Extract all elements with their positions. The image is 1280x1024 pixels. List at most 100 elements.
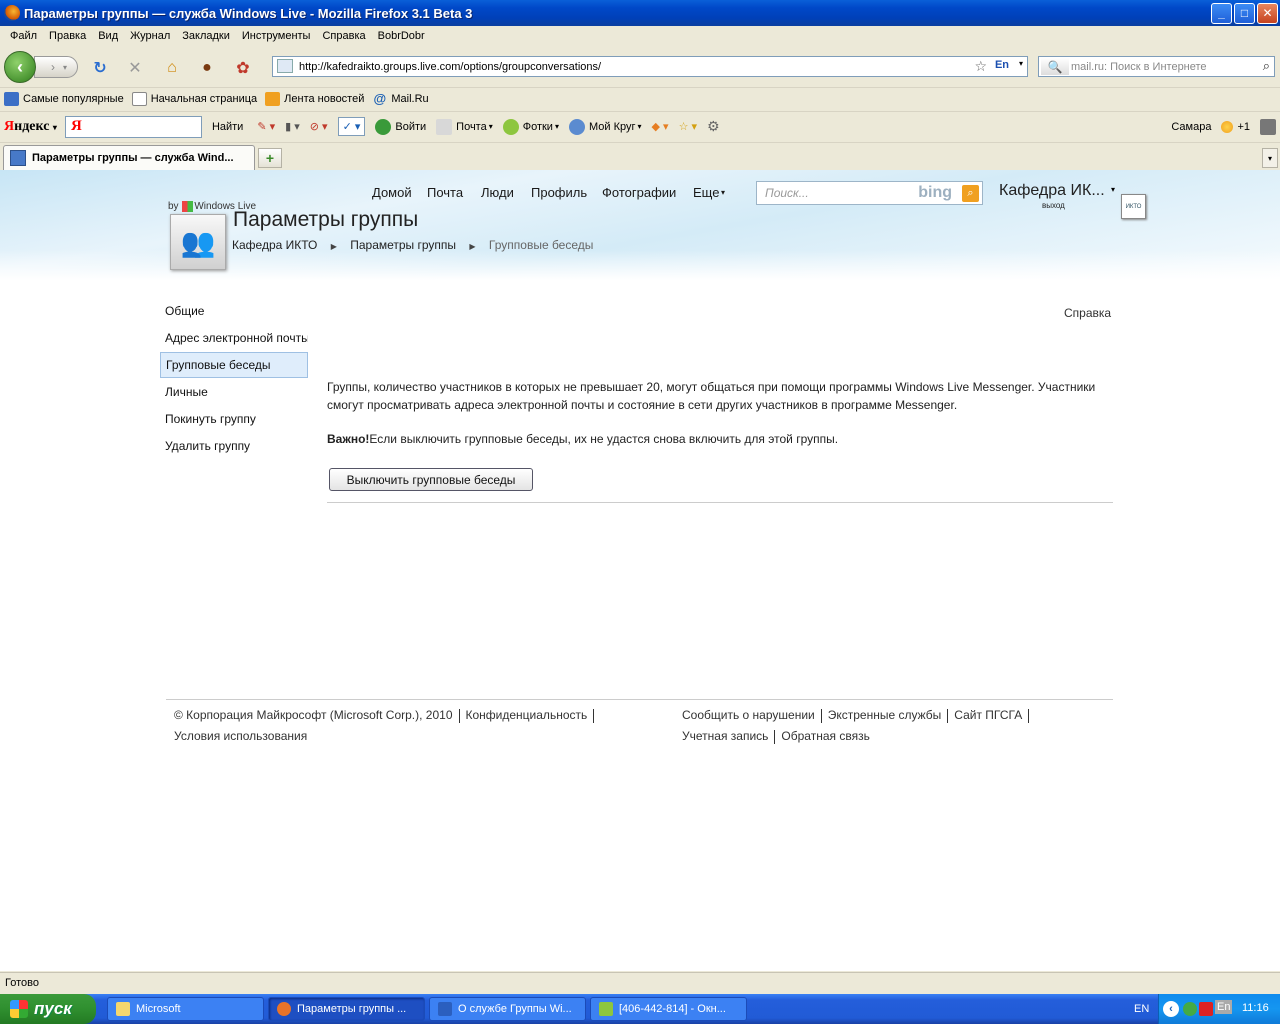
bookmark-start-page[interactable]: Начальная страница (131, 92, 257, 106)
logout-link[interactable]: выход (1042, 201, 1065, 210)
reload-icon[interactable]: ↻ (90, 58, 110, 78)
gift-icon[interactable]: ◆ ▾ (652, 120, 669, 133)
task-label: О службе Группы Wi... (458, 1003, 572, 1015)
stop-icon[interactable]: ✕ (125, 58, 145, 78)
sidebar-item-personal[interactable]: Личные (160, 379, 308, 405)
account-chevron-down-icon[interactable]: ▾ (1111, 185, 1115, 194)
bookmark-news-feed[interactable]: Лента новостей (265, 92, 364, 106)
task-word-document[interactable]: О службе Группы Wi... (429, 997, 586, 1021)
account-name[interactable]: Кафедра ИК... (999, 182, 1105, 200)
divider (327, 502, 1113, 503)
bobrdobr-icon[interactable]: ● (197, 58, 217, 78)
privacy-link[interactable]: Конфиденциальность (466, 708, 588, 722)
tab-list-icon[interactable]: ▾ (1262, 148, 1278, 168)
home-icon[interactable]: ⌂ (162, 58, 182, 78)
antivirus-icon[interactable] (1199, 1002, 1213, 1016)
start-button[interactable]: пуск (0, 994, 96, 1024)
menu-edit[interactable]: Правка (43, 30, 92, 42)
toolbar-end-icon[interactable] (1260, 118, 1276, 135)
tray-language[interactable]: En (1215, 1000, 1233, 1014)
login-icon (375, 118, 392, 135)
bookmark-popular[interactable]: Самые популярные (4, 92, 124, 106)
warning-message: Если выключить групповые беседы, их не у… (369, 432, 839, 446)
pencil-icon[interactable]: ✎ ▾ (257, 120, 275, 133)
bookmark-star-icon[interactable]: ☆ (974, 58, 987, 75)
yandex-mail-button[interactable]: Почта ▾ (436, 118, 493, 135)
feedback-link[interactable]: Обратная связь (781, 729, 869, 743)
group-people-icon: 👥 (170, 214, 226, 270)
terms-link[interactable]: Условия использования (174, 729, 307, 743)
url-bar[interactable]: http://kafedraikto.groups.live.com/optio… (272, 56, 1028, 77)
signal-icon[interactable]: ▮ ▾ (285, 120, 300, 133)
weather-widget[interactable]: +1 (1221, 120, 1250, 133)
yandex-search-input[interactable]: Я (64, 115, 202, 138)
menu-bobrdobr[interactable]: BobrDobr (372, 30, 431, 42)
sidebar-item-general[interactable]: Общие (160, 298, 308, 324)
search-icon[interactable]: ⌕ (962, 185, 979, 202)
emergency-link[interactable]: Экстренные службы (828, 708, 942, 722)
favorites-star-icon[interactable]: ☆ ▾ (679, 120, 697, 133)
disable-conversations-button[interactable]: Выключить групповые беседы (329, 468, 533, 491)
copyright: © Корпорация Майкрософт (Microsoft Corp.… (174, 708, 453, 722)
chevron-down-icon[interactable]: ▾ (721, 188, 725, 197)
search-engine-icon[interactable]: 🔍 (1041, 58, 1069, 75)
search-icon[interactable]: ⌕ (1263, 58, 1270, 74)
menu-bookmarks[interactable]: Закладки (176, 30, 236, 42)
task-firefox[interactable]: Параметры группы ... (268, 997, 425, 1021)
yandex-find-button[interactable]: Найти (212, 121, 243, 133)
account-link[interactable]: Учетная запись (682, 729, 768, 743)
help-link[interactable]: Справка (1064, 306, 1111, 320)
menu-tools[interactable]: Инструменты (236, 30, 317, 42)
keyboard-language[interactable]: EN (1134, 1003, 1149, 1015)
sidebar-item-email-address[interactable]: Адрес электронной почты (160, 325, 308, 351)
avatar[interactable]: ИКТО (1121, 194, 1146, 219)
menu-file[interactable]: Файл (4, 30, 43, 42)
tab-group-settings[interactable]: Параметры группы — служба Wind... (3, 145, 255, 170)
bookmark-mailru[interactable]: @ Mail.Ru (372, 92, 429, 106)
new-tab-button[interactable]: + (258, 148, 282, 168)
minimize-button[interactable]: _ (1211, 2, 1232, 24)
sidebar-item-delete-group[interactable]: Удалить группу (160, 433, 308, 459)
network-icon[interactable] (1183, 1002, 1197, 1016)
site-link[interactable]: Сайт ПГСГА (954, 708, 1022, 722)
back-button[interactable]: ‹ (4, 51, 36, 83)
spellcheck-icon[interactable]: ✓ ▾ (337, 117, 366, 136)
paw-icon[interactable]: ✿ (233, 58, 253, 78)
nav-profile[interactable]: Профиль (531, 185, 587, 200)
nav-more[interactable]: Еще (693, 185, 719, 200)
settings-gear-icon[interactable]: ⚙ (707, 118, 720, 135)
tray-expand-icon[interactable]: ‹ (1163, 1001, 1179, 1017)
close-button[interactable]: ✕ (1257, 2, 1278, 24)
windows-flag-icon (182, 201, 194, 212)
page-viewport: Домой Почта Люди Профиль Фотографии Еще … (0, 170, 1280, 971)
menu-help[interactable]: Справка (316, 30, 371, 42)
nav-people[interactable]: Люди (481, 185, 514, 200)
sidebar-item-leave-group[interactable]: Покинуть группу (160, 406, 308, 432)
menu-view[interactable]: Вид (92, 30, 124, 42)
web-search-input[interactable]: 🔍 mail.ru: Поиск в Интернете ⌕ (1038, 56, 1275, 77)
sidebar-item-group-conversations[interactable]: Групповые беседы (160, 352, 308, 378)
bookmark-label: Лента новостей (284, 93, 365, 105)
maximize-button[interactable]: □ (1234, 2, 1255, 24)
nav-home[interactable]: Домой (372, 185, 412, 200)
antispam-icon[interactable]: ⊘ ▾ (310, 120, 328, 133)
nav-mail[interactable]: Почта (427, 185, 463, 200)
breadcrumb-settings[interactable]: Параметры группы (350, 238, 456, 252)
menu-history[interactable]: Журнал (124, 30, 176, 42)
yandex-login-button[interactable]: Войти (375, 118, 426, 135)
weather-city[interactable]: Самара (1171, 121, 1211, 133)
yandex-photos-button[interactable]: Фотки ▾ (502, 118, 559, 135)
yandex-circle-button[interactable]: Мой Круг ▾ (568, 118, 642, 135)
forward-button[interactable]: › ▾ (34, 56, 78, 78)
clock[interactable]: 11:16 (1242, 1002, 1269, 1014)
task-microsoft-folder[interactable]: Microsoft (107, 997, 264, 1021)
breadcrumb-group[interactable]: Кафедра ИКТО (232, 238, 317, 252)
report-abuse-link[interactable]: Сообщить о нарушении (682, 708, 815, 722)
window-titlebar[interactable]: Параметры группы — служба Windows Live -… (0, 0, 1280, 26)
url-dropdown-icon[interactable]: ▾ (1019, 59, 1023, 68)
task-icq-window[interactable]: [406-442-814] - Окн... (590, 997, 747, 1021)
yandex-logo[interactable]: Яндекс ▾ (4, 119, 57, 135)
live-search-input[interactable]: Поиск... bing ⌕ (756, 181, 983, 205)
nav-photos[interactable]: Фотографии (602, 185, 676, 200)
window-title: Параметры группы — служба Windows Live -… (24, 5, 473, 21)
